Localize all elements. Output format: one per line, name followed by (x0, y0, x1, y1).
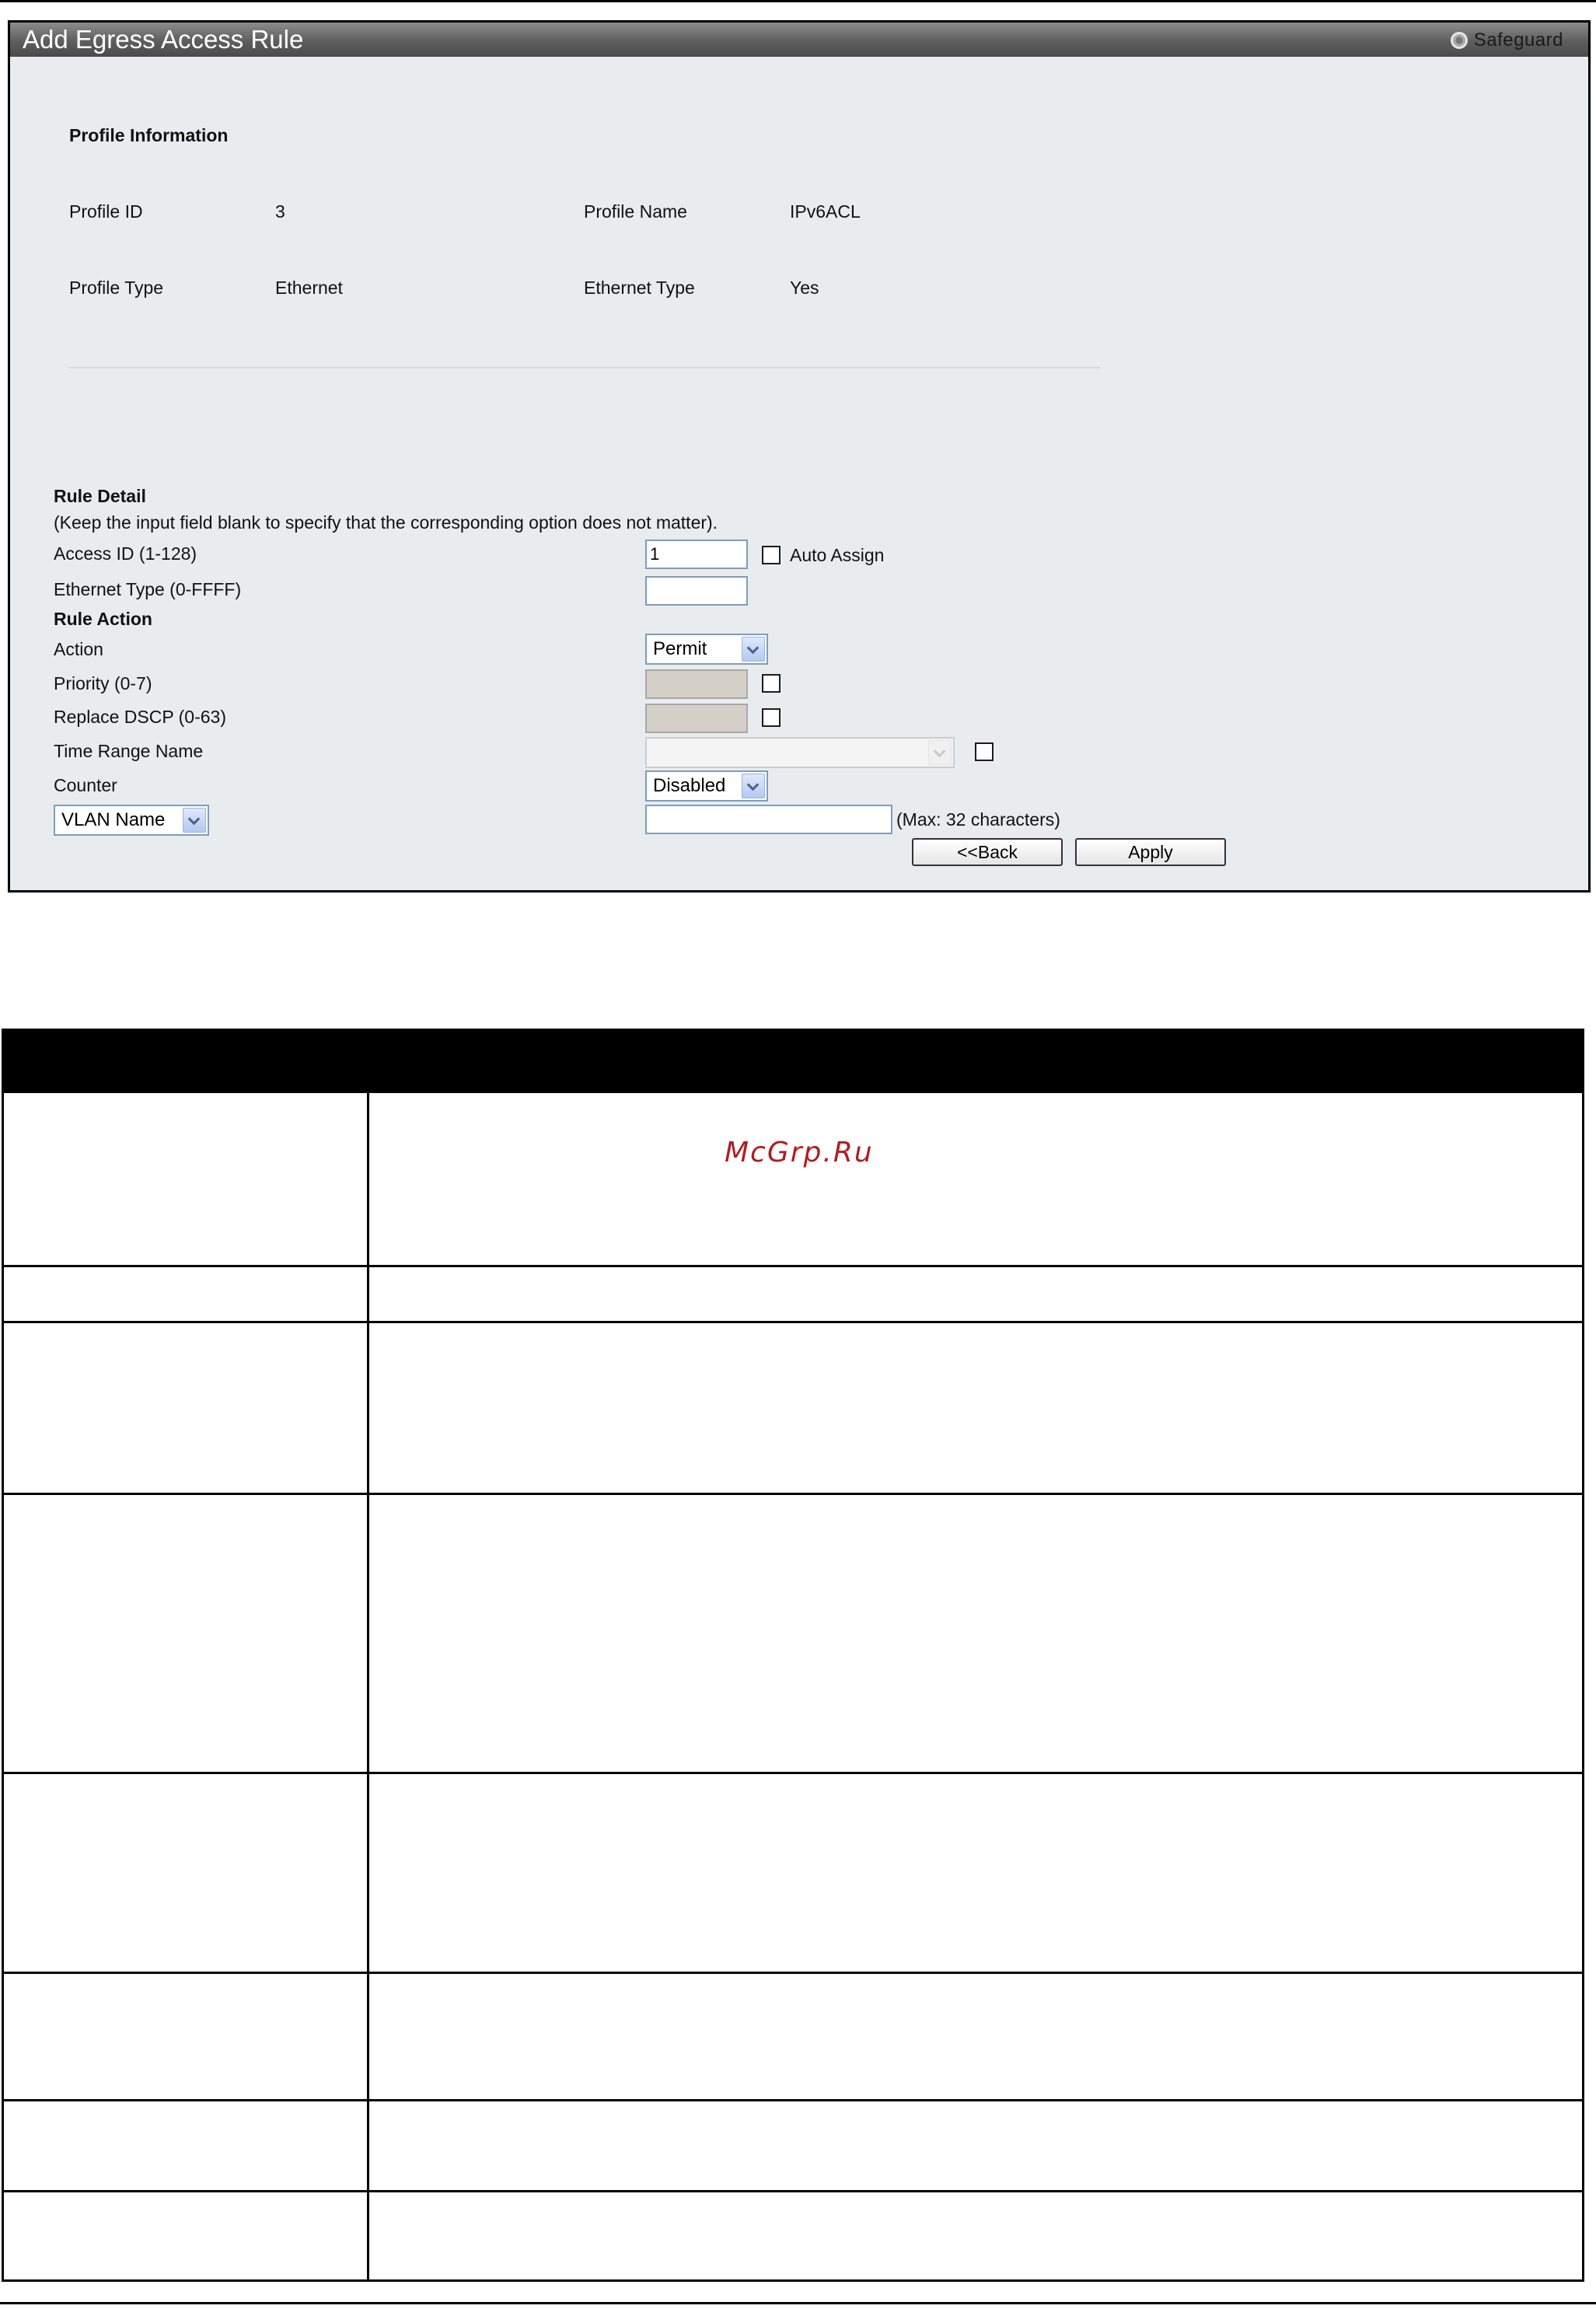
rule-detail-note: (Keep the input field blank to specify t… (54, 512, 718, 533)
rule-detail-heading: Rule Detail (54, 486, 146, 506)
vlan-type-select[interactable]: VLAN Name (54, 805, 209, 836)
replace-dscp-checkbox[interactable] (762, 708, 781, 727)
action-select[interactable]: Permit (645, 634, 768, 665)
page-title: Add Egress Access Rule (23, 25, 304, 54)
vlan-max-hint: (Max: 32 characters) (896, 809, 1060, 830)
safeguard-indicator[interactable]: Safeguard (1450, 30, 1563, 51)
table-row-divider (4, 1493, 1582, 1495)
chevron-down-icon (928, 740, 952, 765)
chevron-down-icon (742, 637, 765, 662)
column-divider (367, 1093, 369, 2279)
table-row-divider (4, 1321, 1582, 1323)
time-range-checkbox[interactable] (975, 742, 994, 761)
replace-dscp-label: Replace DSCP (0-63) (54, 707, 227, 727)
counter-select[interactable]: Disabled (645, 770, 768, 802)
top-page-rule (0, 0, 1596, 2)
action-selected-value: Permit (653, 638, 707, 659)
profile-name-value: IPv6ACL (790, 201, 861, 222)
profile-name-label: Profile Name (584, 201, 687, 222)
rule-action-heading: Rule Action (54, 609, 152, 629)
profile-type-label: Profile Type (69, 278, 164, 298)
access-id-label: Access ID (1-128) (54, 543, 197, 564)
section-divider (69, 367, 1100, 369)
ethernet-type-field-label: Ethernet Type (0-FFFF) (54, 579, 242, 599)
auto-assign-checkbox[interactable] (762, 546, 781, 564)
priority-label: Priority (0-7) (54, 673, 152, 693)
profile-id-label: Profile ID (69, 201, 143, 222)
vlan-name-input[interactable] (645, 805, 892, 834)
table-header (4, 1031, 1582, 1093)
watermark: McGrp.Ru (725, 1137, 874, 1168)
back-button[interactable]: <<Back (912, 838, 1063, 866)
ethernet-type-value: Yes (790, 278, 819, 298)
apply-button[interactable]: Apply (1075, 838, 1226, 866)
priority-input[interactable] (645, 669, 748, 699)
bottom-page-rule (0, 2302, 1596, 2304)
access-id-input[interactable] (645, 540, 748, 569)
table-row-divider (4, 1265, 1582, 1267)
profile-id-value: 3 (275, 201, 285, 222)
counter-label: Counter (54, 775, 117, 795)
chevron-down-icon (183, 808, 206, 833)
chevron-down-icon (742, 774, 765, 798)
ethernet-type-label: Ethernet Type (584, 278, 695, 298)
table-row-divider (4, 2099, 1582, 2101)
profile-type-value: Ethernet (275, 278, 343, 298)
auto-assign-label: Auto Assign (790, 545, 885, 565)
time-range-label: Time Range Name (54, 741, 204, 761)
time-range-select[interactable] (645, 737, 955, 768)
replace-dscp-input[interactable] (645, 704, 748, 733)
priority-checkbox[interactable] (762, 674, 781, 693)
parameter-table (2, 1029, 1584, 2282)
egress-rule-panel: Add Egress Access Rule Safeguard Profile… (8, 20, 1591, 893)
vlan-type-selected-value: VLAN Name (61, 809, 166, 830)
safeguard-icon (1450, 32, 1468, 49)
table-row-divider (4, 1972, 1582, 1974)
table-row-divider (4, 1772, 1582, 1774)
counter-selected-value: Disabled (653, 775, 726, 796)
action-label: Action (54, 639, 103, 659)
profile-info-heading: Profile Information (69, 125, 229, 145)
safeguard-label: Safeguard (1473, 30, 1563, 51)
title-bar: Add Egress Access Rule Safeguard (10, 23, 1588, 57)
table-row-divider (4, 2190, 1582, 2192)
ethernet-type-input[interactable] (645, 576, 748, 606)
